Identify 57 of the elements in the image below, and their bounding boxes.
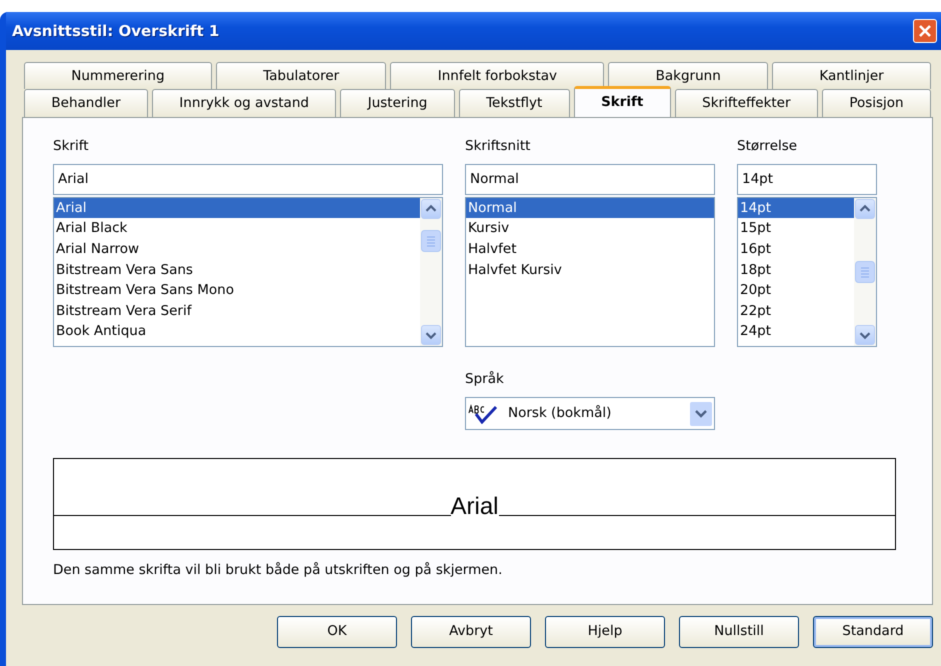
list-item[interactable]: Bitstream Vera Sans [54,260,420,280]
tab[interactable]: Behandler [24,89,148,116]
tab[interactable]: Tabulatorer [216,62,386,90]
list-item[interactable]: Book Antiqua [54,321,420,342]
dialog-button[interactable]: Hjelp [545,616,665,648]
tab[interactable]: Bakgrunn [608,62,768,90]
language-value: Norsk (bokmål) [508,404,612,424]
list-item[interactable]: 20pt [738,280,854,301]
tab[interactable]: Tekstflyt [458,89,570,116]
tab[interactable]: Nummerering [24,62,212,90]
list-item[interactable]: Kursiv [466,218,714,239]
close-icon [917,23,933,39]
list-item[interactable]: 14pt [738,198,854,218]
font-style-field[interactable]: Normal [465,164,715,195]
list-item[interactable]: Bitstream Vera Sans Mono [54,280,420,301]
tab[interactable]: Kantlinjer [772,62,932,90]
close-button[interactable] [913,19,937,43]
scroll-thumb[interactable] [421,230,441,252]
window-title: Avsnittsstil: Overskrift 1 [12,20,220,42]
font-label: Skrift [53,136,90,156]
dialog-button[interactable]: Standard [813,616,933,648]
tab[interactable]: Skrifteffekter [674,89,818,116]
list-item[interactable]: Arial Black [54,218,420,239]
tab[interactable]: Posisjon [822,89,932,116]
language-label: Språk [465,370,505,389]
list-item[interactable]: 22pt [738,300,854,322]
info-text: Den samme skrifta vil bli brukt både på utskriften og på skjermen. [53,561,504,580]
tab[interactable]: Justering [340,89,455,116]
tab[interactable]: Innfelt forbokstav [390,62,604,90]
dialog-button[interactable]: Avbryt [411,616,531,648]
list-item[interactable]: 18pt [738,260,854,280]
list-item[interactable]: Arial [54,198,420,218]
list-item[interactable]: Normal [466,198,714,218]
preview-text: Arial [450,495,499,519]
list-item[interactable]: Arial Narrow [54,238,420,260]
font-name-field[interactable]: Arial [53,164,443,195]
scrollbar[interactable] [854,198,876,346]
scroll-up-icon[interactable] [421,198,441,219]
scroll-up-icon[interactable] [855,198,875,219]
tab[interactable]: Innrykk og avstand [152,89,336,116]
list-item[interactable]: 15pt [738,218,854,239]
font-size-field[interactable]: 14pt [737,164,877,195]
tab[interactable]: Skrift [574,86,671,116]
list-item[interactable]: Halvfet [466,238,714,260]
scrollbar[interactable] [420,198,442,346]
scroll-thumb[interactable] [855,260,875,283]
list-item[interactable]: 16pt [738,238,854,260]
dialog-button[interactable]: OK [277,616,397,648]
list-item[interactable]: 24pt [738,321,854,342]
dialog-button[interactable]: Nullstill [679,616,799,648]
scroll-down-icon[interactable] [855,324,875,345]
list-item[interactable]: Bitstream Vera Serif [54,300,420,322]
style-label: Skriftsnitt [465,136,532,156]
language-dropdown[interactable]: Norsk (bokmål) [465,397,715,430]
scroll-down-icon[interactable] [421,324,441,345]
size-label: Størrelse [737,136,798,156]
list-item[interactable]: Halvfet Kursiv [466,260,714,280]
